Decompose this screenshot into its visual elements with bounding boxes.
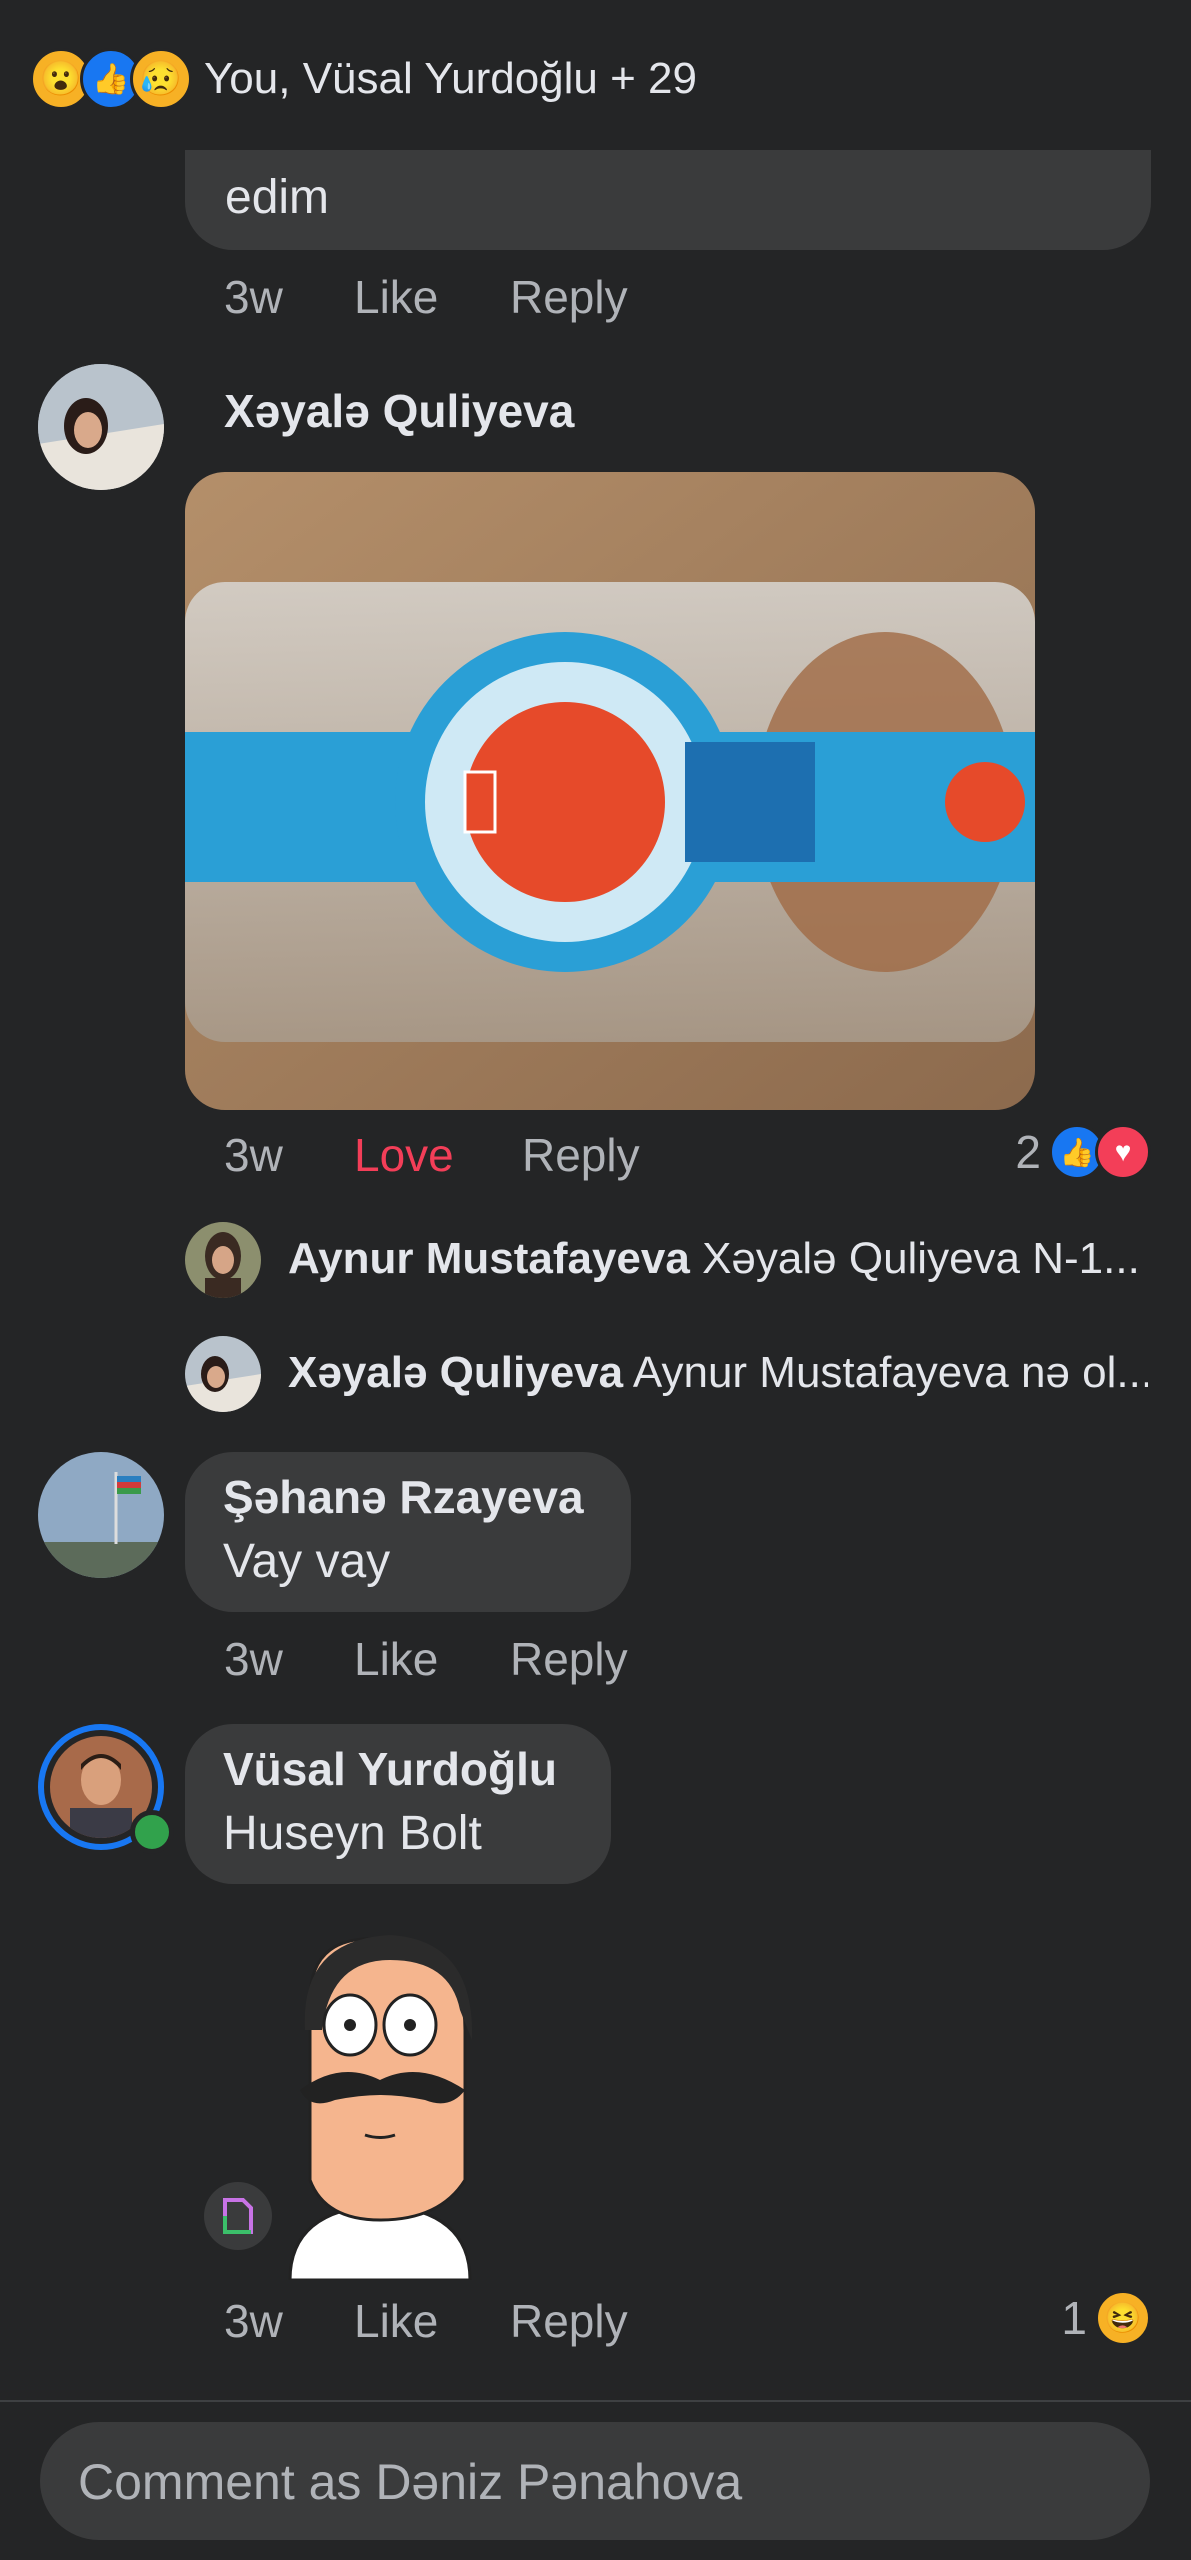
reaction-count-badge[interactable]: 2 👍 ♥ [1015,1124,1151,1180]
haha-icon: 😆 [1095,2290,1151,2346]
reply-button[interactable]: Reply [522,1128,640,1182]
like-button[interactable]: Like [354,1632,438,1686]
avatar-photo [185,1222,261,1298]
comment-time: 3w [224,1633,283,1685]
comment-bubble[interactable]: Vüsal Yurdoğlu Huseyn Bolt [185,1724,611,1884]
like-button[interactable]: Like [354,270,438,324]
reply-author: Xəyalə Quliyeva [288,1348,624,1397]
reply-author: Aynur Mustafayeva [288,1234,690,1283]
heart-icon: ♥ [1095,1124,1151,1180]
comment-composer[interactable] [40,2422,1150,2542]
comment-input[interactable] [76,2422,1120,2542]
avatar[interactable] [185,1222,261,1298]
comment-text: Vay vay [223,1535,391,1588]
reaction-count: 1 [1061,2292,1087,2344]
avatar[interactable] [38,1452,164,1578]
like-button[interactable]: Like [354,2294,438,2348]
avatar[interactable] [38,364,164,490]
comment-photo[interactable] [185,472,1035,1110]
reply-button[interactable]: Reply [510,1632,628,1686]
reply-text: Aynur Mustafayeva nə ol... [632,1348,1148,1397]
sad-icon: 😥 [130,48,192,110]
reaction-count-badge[interactable]: 1 😆 [1061,2290,1151,2346]
comment-author[interactable]: Xəyalə Quliyeva [224,384,574,438]
reply-preview[interactable]: Aynur Mustafayeva Xəyalə Quliyeva N-1... [288,1234,1148,1284]
comment-author[interactable]: Vüsal Yurdoğlu [223,1742,557,1796]
comment-text: edim [225,171,330,224]
reactions-summary-text: You, Vüsal Yurdoğlu + 29 [204,54,697,103]
comment-author[interactable]: Şəhanə Rzayeva [223,1470,584,1524]
comment-text: Huseyn Bolt [223,1807,482,1860]
bread-photo [185,472,1035,1110]
sticker-image[interactable] [250,1920,510,2282]
avatar-photo [38,1452,164,1578]
reply-button[interactable]: Reply [510,2294,628,2348]
bob-sticker [288,1935,473,2282]
reply-preview[interactable]: Xəyalə Quliyeva Aynur Mustafayeva nə ol.… [288,1348,1148,1398]
love-button[interactable]: Love [354,1128,454,1182]
comment-time: 3w [224,271,283,323]
comment-time: 3w [224,2295,283,2347]
reactions-summary[interactable]: 😮 👍 😥 You, Vüsal Yurdoğlu + 29 [30,48,697,110]
comment-bubble[interactable]: Şəhanə Rzayeva Vay vay [185,1452,631,1612]
reaction-count: 2 [1015,1126,1041,1178]
reply-button[interactable]: Reply [510,270,628,324]
online-status-indicator [130,1810,174,1854]
avatar-photo [38,364,164,490]
avatar-photo [185,1336,261,1412]
composer-divider [0,2400,1191,2402]
sticker-badge-icon [204,2182,272,2250]
reactions-header: 😮 👍 😥 You, Vüsal Yurdoğlu + 29 [0,0,1191,150]
comment-time: 3w [224,1129,283,1181]
avatar[interactable] [185,1336,261,1412]
reply-text: Xəyalə Quliyeva N-1... [702,1234,1140,1283]
